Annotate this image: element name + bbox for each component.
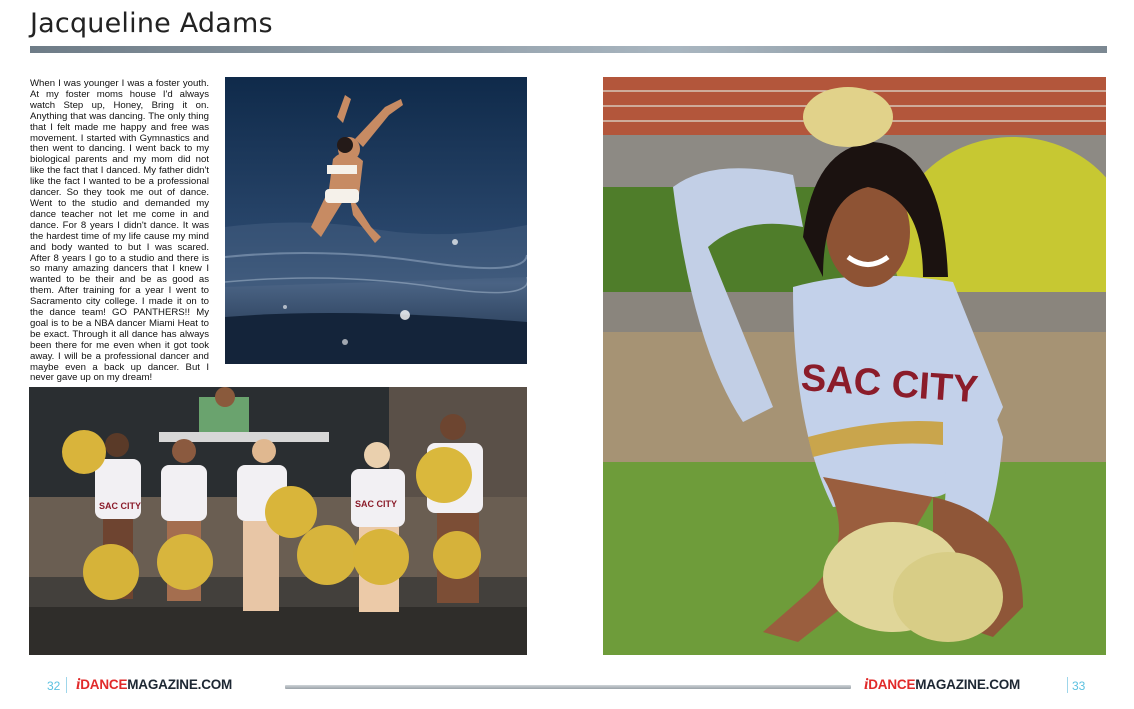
team-jersey-text: SAC CITY — [99, 501, 141, 511]
logo-magazine: MAGAZINE.COM — [915, 677, 1021, 692]
page-number-divider-left — [66, 677, 67, 693]
story-text: When I was younger I was a foster youth.… — [30, 78, 209, 384]
logo-dance: DANCE — [868, 677, 916, 692]
title-divider — [30, 46, 1107, 53]
team-jersey-text-2: SAC CITY — [355, 499, 397, 509]
magazine-logo-left: iDANCEMAGAZINE.COM — [76, 676, 232, 694]
footer-divider — [285, 685, 851, 689]
page-title: Jacqueline Adams — [30, 8, 273, 39]
portrait-photo: SAC CITY — [603, 77, 1106, 655]
page-number-right: 33 — [1072, 679, 1086, 693]
page-number-divider-right — [1067, 677, 1068, 693]
dancer-leap-photo — [225, 77, 527, 364]
logo-dance: DANCE — [80, 677, 128, 692]
magazine-logo-right: iDANCEMAGAZINE.COM — [864, 676, 1020, 694]
logo-magazine: MAGAZINE.COM — [127, 677, 233, 692]
dance-team-photo: SAC CITY SAC CITY — [29, 387, 527, 655]
page-number-left: 32 — [47, 679, 61, 693]
